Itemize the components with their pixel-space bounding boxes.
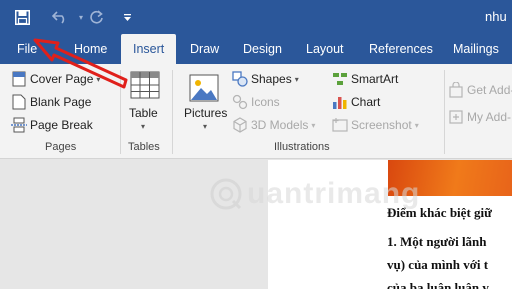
chevron-down-icon: ▾ <box>414 120 419 130</box>
document-paragraph-line: vụ) của mình với t <box>387 257 489 272</box>
cover-page-icon <box>11 71 27 87</box>
shapes-button[interactable]: Shapes ▾ <box>232 69 299 89</box>
window-title: nhu <box>485 9 507 24</box>
tables-group-label: Tables <box>128 141 160 153</box>
chart-icon <box>332 94 348 110</box>
my-addins-label: My Add- <box>467 110 512 124</box>
tab-references[interactable]: References <box>369 34 433 64</box>
blank-page-button[interactable]: Blank Page <box>11 92 91 112</box>
page-break-label: Page Break <box>30 118 93 132</box>
watermark-logo-icon <box>210 178 242 210</box>
chevron-down-icon: ▾ <box>96 74 101 84</box>
pictures-label: Pictures <box>184 106 228 120</box>
blank-page-icon <box>11 94 27 110</box>
3d-models-label: 3D Models <box>251 118 309 132</box>
ribbon: Cover Page ▾ Blank Page Page Break Pages… <box>0 64 512 159</box>
addins-icon <box>448 109 464 125</box>
save-icon[interactable] <box>10 5 34 29</box>
get-addins-label: Get Add- <box>467 83 512 97</box>
table-icon <box>130 71 160 104</box>
pictures-icon <box>189 74 219 107</box>
cube-icon <box>232 117 248 133</box>
get-addins-button[interactable]: Get Add- <box>448 80 512 100</box>
smartart-icon <box>332 71 348 87</box>
table-button[interactable]: Table ▾ <box>124 68 166 138</box>
document-paragraph-line: 1. Một người lãnh <box>387 234 487 249</box>
page-break-button[interactable]: Page Break <box>11 115 93 135</box>
icons-label: Icons <box>251 95 280 109</box>
blank-page-label: Blank Page <box>30 95 92 109</box>
cover-page-button[interactable]: Cover Page ▾ <box>11 69 100 89</box>
customize-quick-access-icon[interactable] <box>119 5 135 29</box>
chevron-down-icon: ▾ <box>203 122 208 131</box>
tab-home[interactable]: Home <box>74 34 107 64</box>
chart-label: Chart <box>351 95 381 109</box>
3d-models-button[interactable]: 3D Models ▾ <box>232 115 315 135</box>
undo-dropdown-icon[interactable]: ▾ <box>76 5 86 29</box>
tab-layout[interactable]: Layout <box>306 34 344 64</box>
icons-icon <box>232 94 248 110</box>
group-divider <box>120 70 121 154</box>
screenshot-label: Screenshot <box>351 118 412 132</box>
group-divider <box>172 70 173 154</box>
watermark-text: uantrimang <box>247 177 421 210</box>
icons-button[interactable]: Icons <box>232 92 280 112</box>
smartart-label: SmartArt <box>351 72 399 86</box>
document-paragraph-line: của ba luận luận v <box>387 280 489 289</box>
pictures-button[interactable]: Pictures ▾ <box>181 68 231 138</box>
screenshot-button[interactable]: Screenshot ▾ <box>332 115 419 135</box>
watermark: uantrimang <box>209 177 420 211</box>
ribbon-tabs: File Home Insert Draw Design Layout Refe… <box>0 34 512 64</box>
tab-draw[interactable]: Draw <box>190 34 219 64</box>
chevron-down-icon: ▾ <box>294 74 299 84</box>
title-bar: ▾ nhu <box>0 0 512 34</box>
redo-icon[interactable] <box>86 5 108 29</box>
page-break-icon <box>11 117 27 133</box>
pages-group-label: Pages <box>45 141 77 153</box>
group-divider <box>444 70 445 154</box>
screenshot-icon <box>332 117 348 133</box>
tab-insert[interactable]: Insert <box>121 34 177 64</box>
tab-file[interactable]: File <box>17 34 37 64</box>
cover-page-label: Cover Page <box>30 72 94 86</box>
undo-icon[interactable] <box>48 5 76 29</box>
store-icon <box>448 82 464 98</box>
my-addins-button[interactable]: My Add- <box>448 107 511 127</box>
tab-mailings[interactable]: Mailings <box>453 34 499 64</box>
chevron-down-icon: ▾ <box>141 122 146 131</box>
illustrations-group-label: Illustrations <box>274 141 330 153</box>
shapes-icon <box>232 71 248 87</box>
tab-design[interactable]: Design <box>243 34 282 64</box>
table-label: Table <box>129 106 158 120</box>
chevron-down-icon: ▾ <box>311 120 316 130</box>
chart-button[interactable]: Chart <box>332 92 380 112</box>
shapes-label: Shapes <box>251 72 292 86</box>
smartart-button[interactable]: SmartArt <box>332 69 398 89</box>
